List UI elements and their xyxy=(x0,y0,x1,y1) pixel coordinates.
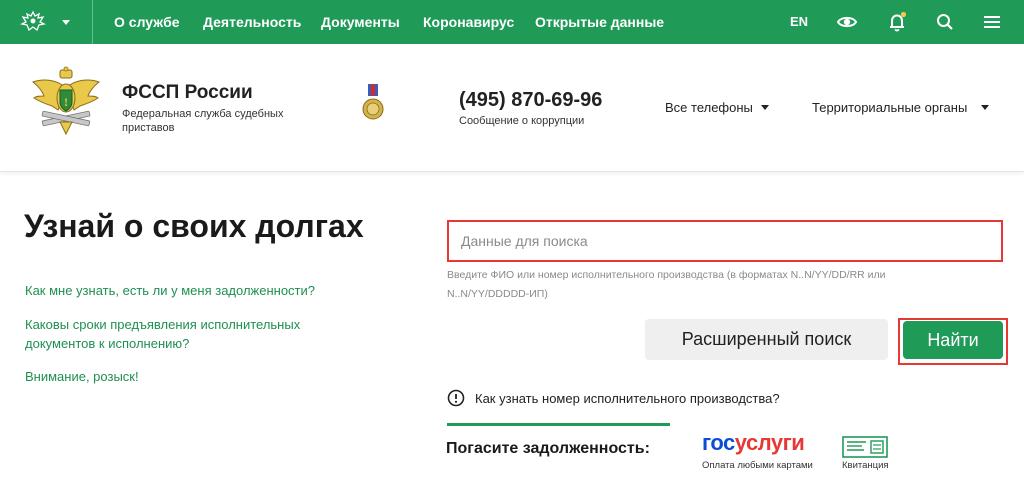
nav-item-activity[interactable]: Деятельность xyxy=(203,14,301,30)
all-phones-dropdown[interactable]: Все телефоны xyxy=(665,100,769,115)
chevron-down-icon xyxy=(981,105,990,110)
menu-icon[interactable] xyxy=(981,11,1003,33)
medal-icon xyxy=(362,84,384,120)
nav-item-about[interactable]: О службе xyxy=(114,14,180,30)
search-field-container xyxy=(447,220,1003,262)
debt-check-link[interactable]: Как мне узнать, есть ли у меня задолженн… xyxy=(25,281,315,300)
nav-item-coronavirus[interactable]: Коронавирус xyxy=(423,14,514,30)
exclamation-circle-icon xyxy=(447,389,465,407)
fssp-emblem-logo[interactable]: ! xyxy=(30,66,102,138)
emblem-menu-button[interactable] xyxy=(20,6,86,38)
search-icon[interactable] xyxy=(934,11,956,33)
search-input[interactable] xyxy=(461,233,1001,249)
section-divider xyxy=(447,423,670,426)
organization-name[interactable]: ФССП России xyxy=(122,82,253,104)
pay-debt-label: Погасите задолженность: xyxy=(446,440,650,457)
gosuslugi-caption: Оплата любыми картами xyxy=(702,460,813,471)
receipt-caption: Квитанция xyxy=(842,460,889,471)
deadlines-link[interactable]: Каковы сроки предъявления исполнительных… xyxy=(25,315,325,353)
eye-icon[interactable] xyxy=(836,11,858,33)
find-button[interactable]: Найти xyxy=(903,321,1003,359)
nav-item-open-data[interactable]: Открытые данные xyxy=(535,14,664,30)
advanced-search-button[interactable]: Расширенный поиск xyxy=(645,319,888,360)
page-title: Узнай о своих долгах xyxy=(24,208,364,244)
svg-text:!: ! xyxy=(64,95,68,109)
gosuslugi-logo[interactable]: госуслуги xyxy=(702,430,805,456)
chevron-down-icon xyxy=(760,105,769,110)
language-switch-button[interactable]: EN xyxy=(790,14,808,29)
all-phones-label: Все телефоны xyxy=(665,100,753,115)
territorial-bodies-label: Территориальные органы xyxy=(812,100,968,115)
howto-label: Как узнать номер исполнительного произво… xyxy=(475,390,780,406)
gosuslugi-logo-part2: услуги xyxy=(734,430,805,455)
eagle-emblem-icon xyxy=(20,10,46,32)
corruption-hotline-phone[interactable]: (495) 870-69-96 xyxy=(459,89,602,112)
receipt-icon[interactable] xyxy=(842,436,888,458)
top-navigation-bar: О службе Деятельность Документы Коронави… xyxy=(0,0,1024,44)
phone-caption: Сообщение о коррупции xyxy=(459,115,585,127)
chevron-down-icon xyxy=(62,19,70,25)
search-hint: Введите ФИО или номер исполнительного пр… xyxy=(447,269,886,300)
howto-case-number-link[interactable]: Как узнать номер исполнительного произво… xyxy=(447,389,780,407)
site-header: ! ФССП России Федеральная служба судебны… xyxy=(0,44,1024,172)
territorial-bodies-dropdown[interactable]: Территориальные органы xyxy=(812,100,990,115)
nav-item-documents[interactable]: Документы xyxy=(321,14,400,30)
organization-full-name: Федеральная служба судебных приставов xyxy=(122,108,284,134)
nav-divider xyxy=(92,0,93,44)
wanted-link[interactable]: Внимание, розыск! xyxy=(25,367,139,386)
gosuslugi-logo-part1: гос xyxy=(702,430,735,455)
bell-icon[interactable] xyxy=(886,11,908,33)
